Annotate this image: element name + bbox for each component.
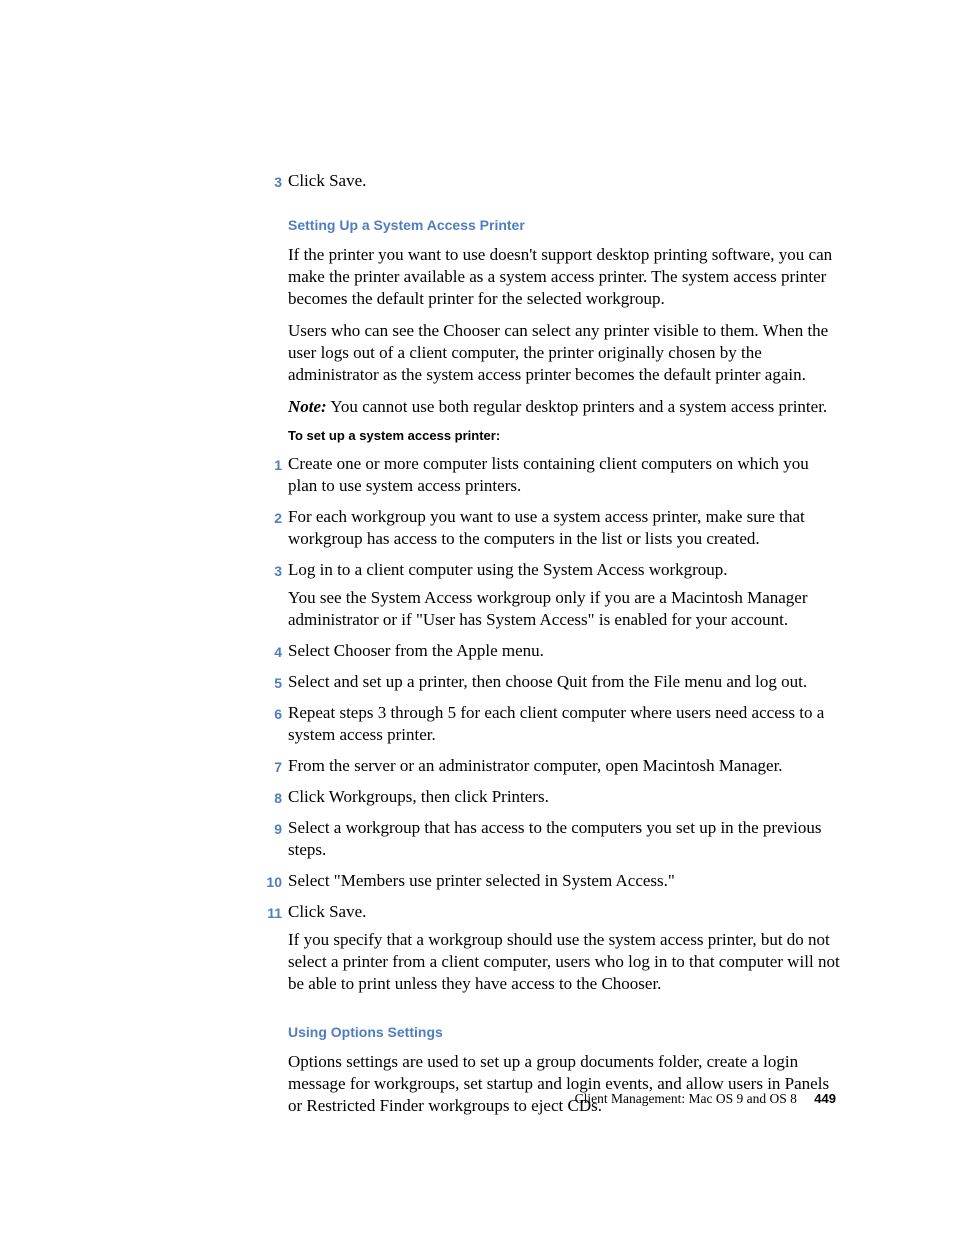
step-text: Select and set up a printer, then choose… — [288, 671, 840, 693]
step-number: 8 — [254, 787, 282, 809]
step-extra-text: You see the System Access workgroup only… — [288, 587, 840, 631]
footer-page-number: 449 — [814, 1091, 836, 1106]
step-item: 4Select Chooser from the Apple menu. — [288, 640, 840, 662]
step-number: 9 — [254, 818, 282, 840]
note-label: Note: — [288, 397, 327, 416]
step-item: 9Select a workgroup that has access to t… — [288, 817, 840, 861]
step-text: Click Save. — [288, 170, 840, 192]
step-text: From the server or an administrator comp… — [288, 755, 840, 777]
document-page: 3 Click Save. Setting Up a System Access… — [0, 0, 954, 1235]
step-number: 4 — [254, 641, 282, 663]
step-item: 1Create one or more computer lists conta… — [288, 453, 840, 497]
note-text: You cannot use both regular desktop prin… — [327, 397, 827, 416]
paragraph: Options settings are used to set up a gr… — [288, 1051, 840, 1117]
step-text: Select a workgroup that has access to th… — [288, 817, 840, 861]
step-number: 7 — [254, 756, 282, 778]
steps-list: 1Create one or more computer lists conta… — [288, 453, 840, 995]
step-item: 2For each workgroup you want to use a sy… — [288, 506, 840, 550]
step-text: Create one or more computer lists contai… — [288, 453, 840, 497]
step-number: 11 — [254, 902, 282, 924]
step-item: 7From the server or an administrator com… — [288, 755, 840, 777]
step-item: 3 Click Save. — [288, 170, 840, 192]
section-heading: Using Options Settings — [288, 1023, 840, 1041]
step-item: 10Select "Members use printer selected i… — [288, 870, 840, 892]
paragraph: Users who can see the Chooser can select… — [288, 320, 840, 386]
step-text: Click Workgroups, then click Printers. — [288, 786, 840, 808]
sub-heading: To set up a system access printer: — [288, 428, 840, 443]
content-area: 3 Click Save. Setting Up a System Access… — [288, 170, 840, 1127]
step-item: 3Log in to a client computer using the S… — [288, 559, 840, 631]
step-number: 1 — [254, 454, 282, 476]
step-text: Log in to a client computer using the Sy… — [288, 559, 840, 581]
step-text: Click Save. — [288, 901, 840, 923]
step-number: 6 — [254, 703, 282, 725]
step-item: 11Click Save.If you specify that a workg… — [288, 901, 840, 995]
step-item: 5Select and set up a printer, then choos… — [288, 671, 840, 693]
paragraph: If the printer you want to use doesn't s… — [288, 244, 840, 310]
step-item: 6Repeat steps 3 through 5 for each clien… — [288, 702, 840, 746]
step-number: 3 — [254, 560, 282, 582]
page-footer: Client Management: Mac OS 9 and OS 8 449 — [575, 1091, 836, 1107]
footer-chapter: Client Management: Mac OS 9 and OS 8 — [575, 1091, 797, 1106]
step-number: 5 — [254, 672, 282, 694]
step-number: 3 — [254, 171, 282, 193]
note-paragraph: Note: You cannot use both regular deskto… — [288, 396, 840, 418]
step-text: Select "Members use printer selected in … — [288, 870, 840, 892]
step-item: 8Click Workgroups, then click Printers. — [288, 786, 840, 808]
step-number: 10 — [254, 871, 282, 893]
step-number: 2 — [254, 507, 282, 529]
step-text: For each workgroup you want to use a sys… — [288, 506, 840, 550]
section-heading: Setting Up a System Access Printer — [288, 216, 840, 234]
step-text: Select Chooser from the Apple menu. — [288, 640, 840, 662]
step-extra-text: If you specify that a workgroup should u… — [288, 929, 840, 995]
step-text: Repeat steps 3 through 5 for each client… — [288, 702, 840, 746]
